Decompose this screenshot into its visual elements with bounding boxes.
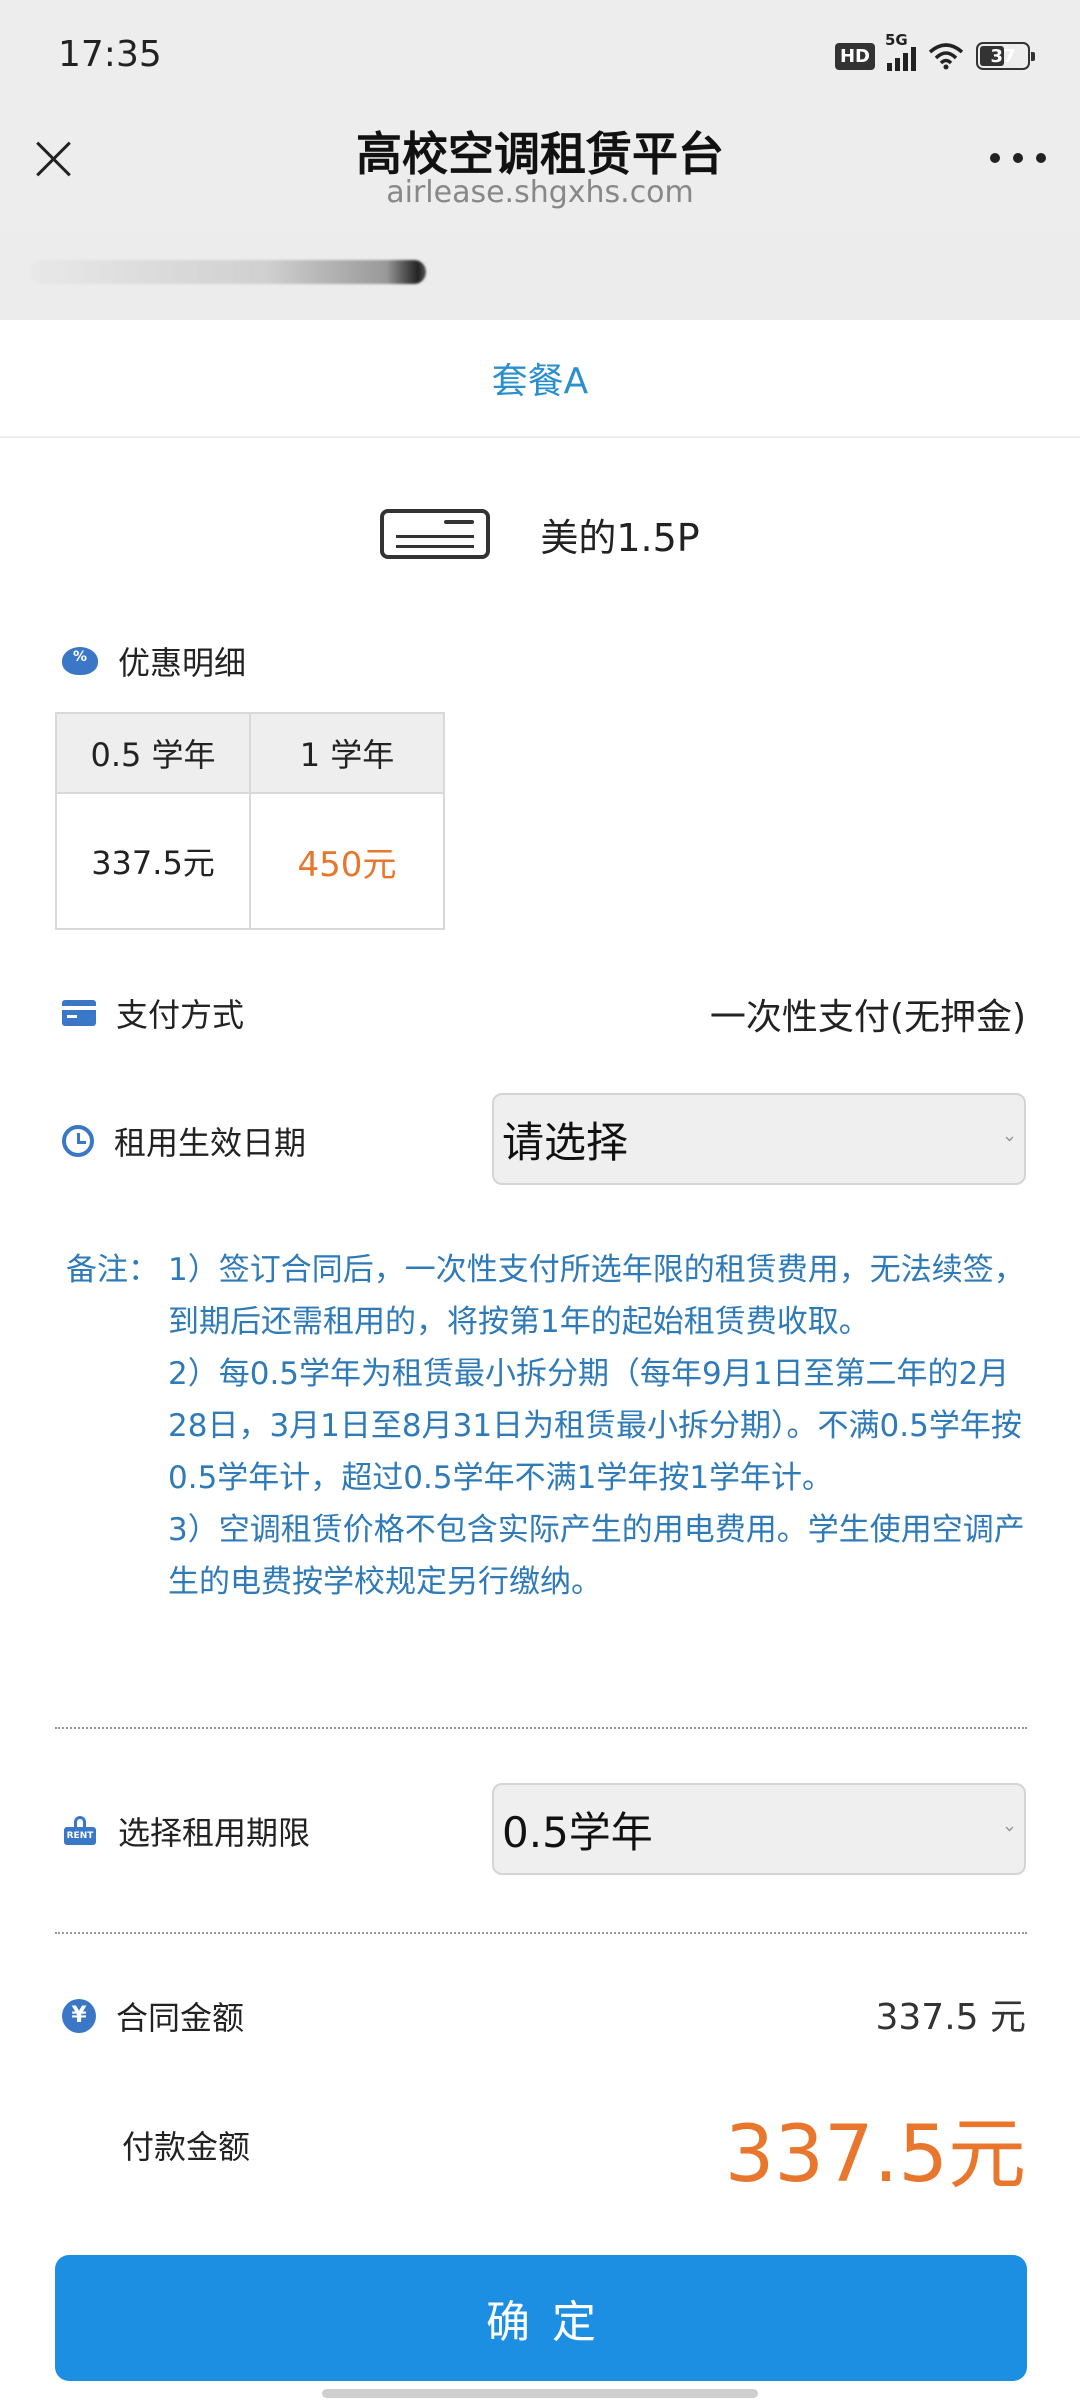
payment-amount-value: 337.5元 — [724, 2110, 1026, 2200]
home-indicator[interactable] — [322, 2389, 758, 2398]
price-table: 0.5 学年 1 学年 337.5元 450元 — [55, 712, 445, 930]
contract-amount-row: ¥ 合同金额 — [62, 1993, 244, 2039]
notes-block: 备注： 1）签订合同后，一次性支付所选年限的租赁费用，无法续签，到期后还需租用的，… — [66, 1244, 1030, 1608]
status-time: 17:35 — [58, 34, 162, 75]
notes-item-1: 1）签订合同后，一次性支付所选年限的租赁费用，无法续签，到期后还需租用的，将按第… — [168, 1252, 1025, 1340]
confirm-button[interactable]: 确定 — [55, 2255, 1027, 2381]
price-header-half-year: 0.5 学年 — [55, 712, 251, 794]
divider — [55, 1727, 1027, 1729]
term-value: 0.5学年 — [502, 1807, 653, 1857]
effective-date-select[interactable]: 请选择 — [492, 1093, 1026, 1185]
chevron-down-icon — [1005, 1823, 1014, 1832]
payment-method-row: 支付方式 — [62, 990, 244, 1036]
rent-tag-icon: RENT — [62, 1815, 98, 1847]
divider — [55, 1932, 1027, 1934]
term-select[interactable]: 0.5学年 — [492, 1783, 1026, 1875]
more-menu-icon[interactable] — [990, 150, 1046, 166]
contract-amount-label: 合同金额 — [116, 1999, 245, 2037]
payment-method-label: 支付方式 — [116, 996, 245, 1034]
page-url: airlease.shgxhs.com — [386, 175, 694, 210]
status-bar: 17:35 HD 5G 37 — [0, 0, 1080, 110]
price-header-full-year: 1 学年 — [249, 712, 445, 794]
payment-method-value: 一次性支付(无押金) — [709, 997, 1026, 1038]
notes-item-3: 3）空调租赁价格不包含实际产生的用电费用。学生使用空调产生的电费按学校规定另行缴… — [168, 1512, 1025, 1600]
chevron-down-icon — [1005, 1133, 1014, 1142]
air-conditioner-icon — [380, 509, 491, 559]
clock-icon — [62, 1125, 94, 1157]
battery-icon: 37 — [976, 42, 1035, 70]
effective-date-label: 租用生效日期 — [114, 1124, 307, 1162]
term-label: 选择租用期限 — [118, 1814, 311, 1852]
discount-label: 优惠明细 — [118, 644, 247, 682]
discount-section-label: 优惠明细 — [62, 638, 246, 684]
blurred-bar — [30, 260, 426, 284]
effective-date-row: 租用生效日期 — [62, 1118, 306, 1164]
nav-header: 高校空调租赁平台 airlease.shgxhs.com — [0, 110, 1080, 230]
cellular-signal-icon: 5G — [885, 31, 916, 71]
notes-head: 备注： — [66, 1252, 159, 1288]
contract-amount-value: 337.5 元 — [875, 1997, 1026, 2038]
price-half-year: 337.5元 — [55, 792, 251, 930]
credit-card-icon — [62, 1000, 96, 1026]
wifi-icon — [928, 43, 964, 70]
price-full-year: 450元 — [249, 792, 445, 930]
product-row: 美的1.5P — [0, 498, 1080, 570]
yen-icon: ¥ — [62, 1999, 96, 2033]
discount-icon — [62, 647, 98, 675]
product-name: 美的1.5P — [540, 515, 700, 560]
tab-package-a[interactable]: 套餐A — [0, 320, 1080, 438]
payment-amount-label: 付款金额 — [122, 2128, 251, 2166]
battery-level: 37 — [990, 45, 1016, 67]
network-type: 5G — [885, 31, 908, 49]
loading-strip — [0, 230, 1080, 320]
hd-badge: HD — [834, 42, 875, 70]
term-row: RENT 选择租用期限 — [62, 1808, 310, 1854]
notes-item-2: 2）每0.5学年为租赁最小拆分期（每年9月1日至第二年的2月28日，3月1日至8… — [168, 1356, 1022, 1496]
effective-date-value: 请选择 — [502, 1117, 629, 1167]
status-icons: HD 5G 37 — [834, 31, 1035, 74]
